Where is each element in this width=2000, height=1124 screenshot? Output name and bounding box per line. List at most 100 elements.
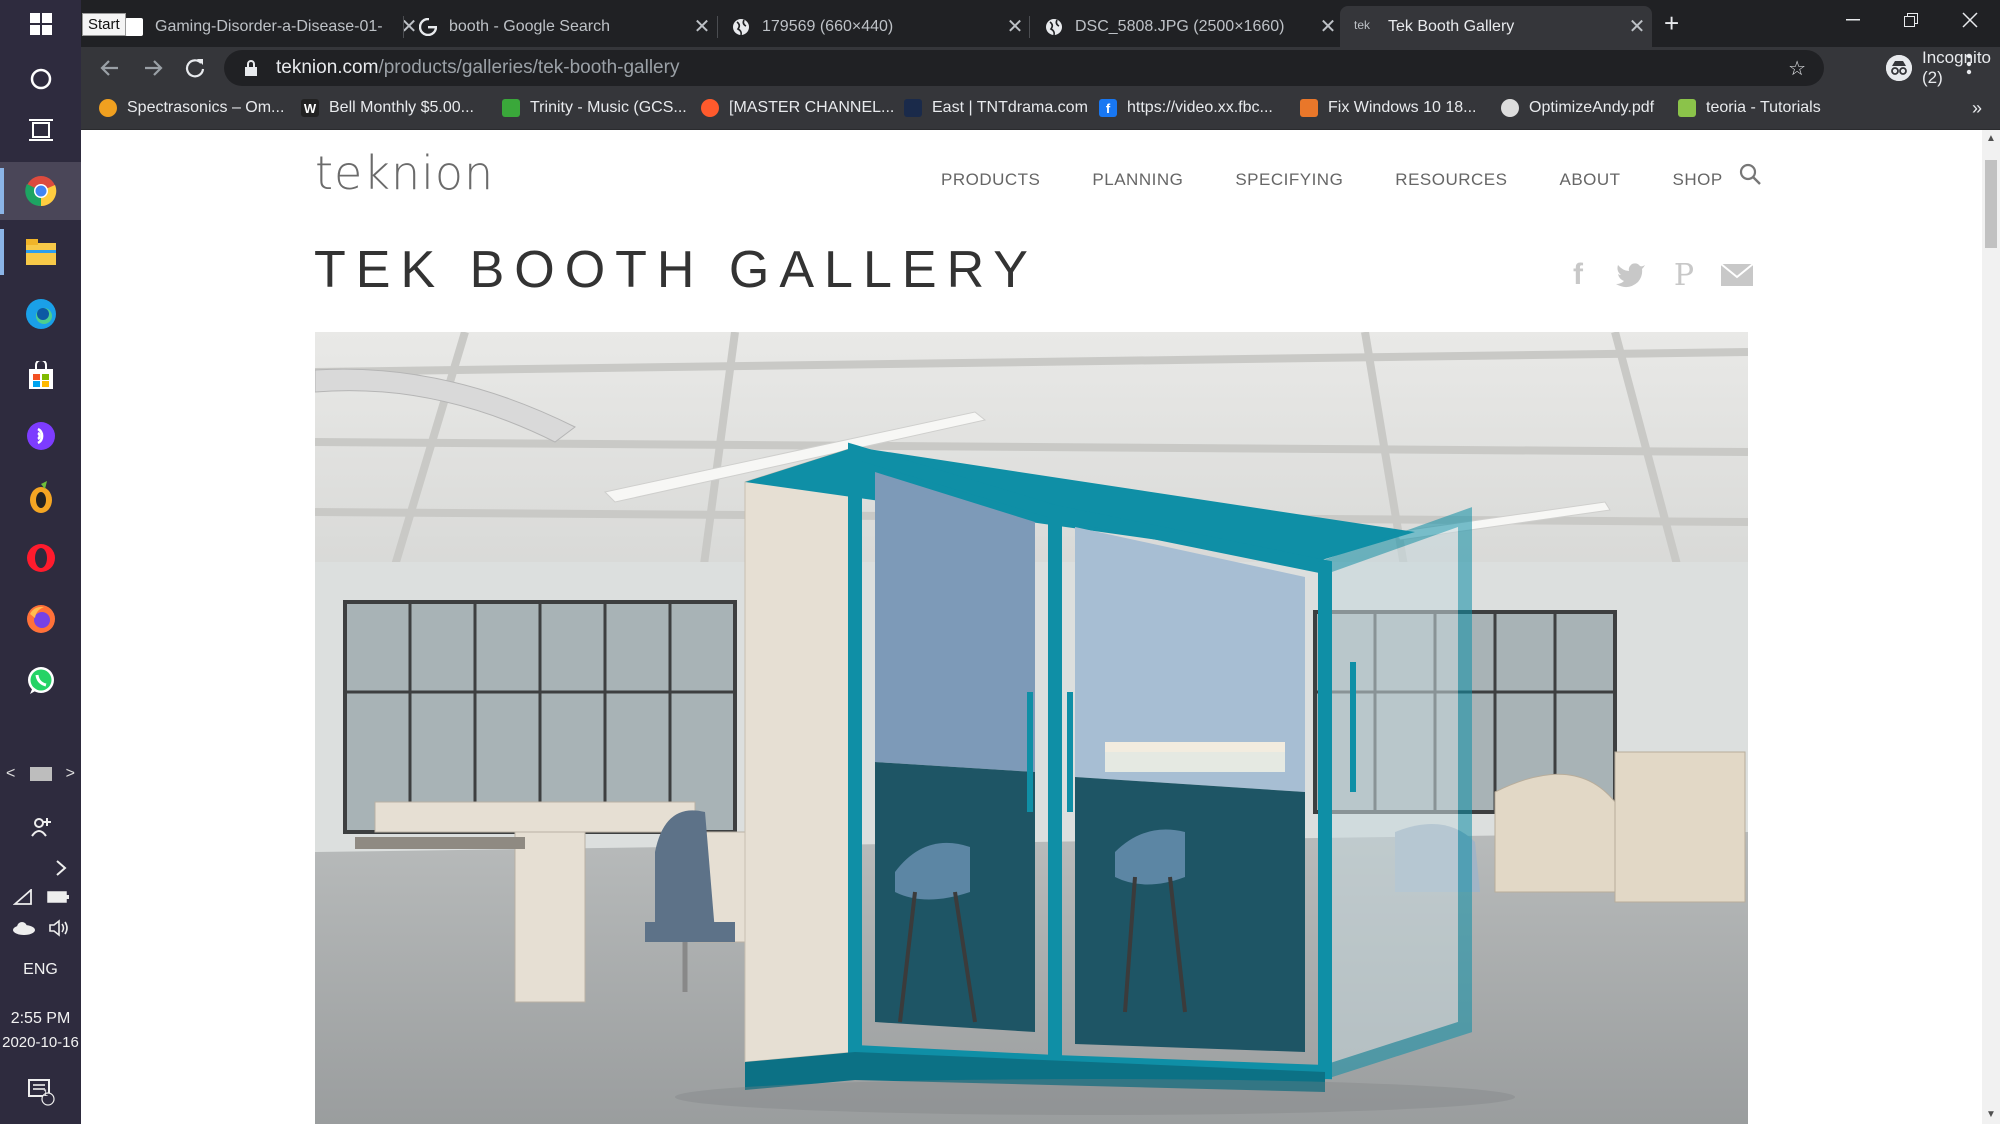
site-navigation: PRODUCTS PLANNING SPECIFYING RESOURCES A… xyxy=(941,170,1775,190)
incognito-indicator[interactable]: Incognito (2) xyxy=(1886,48,2000,87)
edge-icon[interactable] xyxy=(0,285,81,343)
windows-taskbar: < > ENG 2:55 PM 2020-10-16 1 xyxy=(0,0,81,1124)
task-view-icon[interactable] xyxy=(0,101,81,159)
teknion-logo[interactable]: teknion xyxy=(315,146,494,200)
incognito-icon xyxy=(1886,55,1912,81)
reload-icon[interactable] xyxy=(180,53,210,83)
nav-products[interactable]: PRODUCTS xyxy=(941,170,1040,190)
bookmark-fb-video[interactable]: f https://video.xx.fbc... xyxy=(1099,99,1273,117)
bookmark-teoria[interactable]: teoria - Tutorials xyxy=(1678,99,1821,117)
chrome-icon[interactable] xyxy=(0,162,81,220)
bookmark-label: Trinity - Music (GCS... xyxy=(530,99,687,116)
nav-shop[interactable]: SHOP xyxy=(1673,170,1723,190)
facebook-share-icon[interactable]: f xyxy=(1561,258,1595,292)
new-tab-button[interactable]: + xyxy=(1664,8,1679,39)
bookmark-label: OptimizeAndy.pdf xyxy=(1529,99,1655,116)
pinterest-share-icon[interactable]: P xyxy=(1667,258,1701,293)
url-path: /products/galleries/tek-booth-gallery xyxy=(378,57,680,78)
headphones-icon xyxy=(99,99,117,117)
tab-title: 179569 (660×440) xyxy=(762,17,894,35)
clock-date[interactable]: 2020-10-16 xyxy=(0,1031,81,1053)
bookmark-spectrasonics[interactable]: Spectrasonics – Om... xyxy=(99,99,284,117)
bookmark-label: https://video.xx.fbc... xyxy=(1127,99,1273,116)
bookmark-optimizeandy[interactable]: OptimizeAndy.pdf xyxy=(1501,99,1654,117)
url-domain: teknion.com xyxy=(276,57,379,78)
bookmark-star-icon[interactable]: ☆ xyxy=(1788,56,1806,81)
bookmark-fix-windows[interactable]: Fix Windows 10 18... xyxy=(1300,99,1477,117)
close-tab-icon[interactable]: ✕ xyxy=(1000,14,1030,39)
bookmark-label: Fix Windows 10 18... xyxy=(1328,99,1477,116)
cortana-search-icon[interactable] xyxy=(0,50,81,108)
more-bookmarks-chevron-icon[interactable]: » xyxy=(1972,98,1982,119)
firefox-icon[interactable] xyxy=(0,590,81,648)
windows-start-icon[interactable] xyxy=(0,0,81,48)
scroll-left-icon[interactable]: < xyxy=(6,765,15,783)
tab-divider xyxy=(403,16,404,38)
bookmark-trinity-music[interactable]: Trinity - Music (GCS... xyxy=(502,99,687,117)
bookmark-label: [MASTER CHANNEL... xyxy=(729,99,895,116)
store-icon[interactable] xyxy=(0,346,81,404)
scroll-down-arrow-icon[interactable]: ▼ xyxy=(1982,1106,2000,1124)
fl-studio-icon[interactable] xyxy=(0,468,81,526)
tab-title: Gaming-Disorder-a-Disease-01- xyxy=(155,17,383,35)
globe-icon xyxy=(732,18,750,36)
tab-179569-image[interactable]: 179569 (660×440) ✕ xyxy=(718,6,1030,47)
language-indicator[interactable]: ENG xyxy=(0,958,81,982)
fix-icon xyxy=(1300,99,1318,117)
scroll-up-arrow-icon[interactable]: ▲ xyxy=(1982,130,2000,148)
show-hidden-icons-chevron-icon[interactable] xyxy=(0,854,81,882)
nav-resources[interactable]: RESOURCES xyxy=(1395,170,1507,190)
email-share-icon[interactable] xyxy=(1720,258,1754,292)
wifi-icon[interactable] xyxy=(12,887,33,910)
tnt-icon xyxy=(904,99,922,117)
scroll-right-icon[interactable]: > xyxy=(66,765,75,783)
page-viewport: teknion PRODUCTS PLANNING SPECIFYING RES… xyxy=(81,130,1982,1124)
trinity-icon xyxy=(502,99,520,117)
back-arrow-icon[interactable] xyxy=(95,53,125,83)
minimize-window-icon[interactable] xyxy=(1824,0,1882,40)
restore-window-icon[interactable] xyxy=(1882,0,1940,40)
site-search-icon[interactable] xyxy=(1738,162,1764,188)
battery-icon[interactable] xyxy=(46,890,69,908)
nav-about[interactable]: ABOUT xyxy=(1559,170,1620,190)
volume-icon[interactable] xyxy=(48,918,70,942)
whatsapp-icon[interactable] xyxy=(0,652,81,710)
lock-icon[interactable] xyxy=(244,60,258,76)
podcast-app-icon[interactable] xyxy=(0,407,81,465)
twitter-share-icon[interactable] xyxy=(1614,258,1648,292)
nav-planning[interactable]: PLANNING xyxy=(1092,170,1183,190)
taskbar-scroller[interactable]: < > xyxy=(0,763,81,785)
scrollbar-thumb[interactable] xyxy=(1985,160,1997,248)
file-explorer-icon[interactable] xyxy=(0,223,81,281)
start-tooltip: Start xyxy=(82,13,126,36)
close-tab-icon[interactable]: ✕ xyxy=(687,14,717,39)
close-tab-icon[interactable]: ✕ xyxy=(1622,14,1652,39)
bookmark-tntdrama[interactable]: East | TNTdrama.com xyxy=(904,99,1088,117)
office-booth-illustration xyxy=(315,332,1748,1124)
browser-menu-icon[interactable] xyxy=(1966,53,1972,81)
gallery-hero-image[interactable] xyxy=(315,332,1748,1124)
page-title: TEK BOOTH GALLERY xyxy=(314,241,1038,299)
onedrive-cloud-icon[interactable] xyxy=(12,921,36,940)
address-bar[interactable]: teknion.com /products/galleries/tek-boot… xyxy=(224,50,1824,86)
page-favicon-icon xyxy=(125,17,143,36)
tab-gaming-disorder[interactable]: Gaming-Disorder-a-Disease-01- ✕ xyxy=(111,6,424,47)
close-window-icon[interactable] xyxy=(1941,0,1999,40)
bookmark-bell-monthly[interactable]: W Bell Monthly $5.00... xyxy=(301,99,474,117)
browser-tab-strip: Gaming-Disorder-a-Disease-01- ✕ booth - … xyxy=(81,0,2000,47)
tab-dsc-5808-image[interactable]: DSC_5808.JPG (2500×1660) ✕ xyxy=(1031,6,1343,47)
page-scrollbar[interactable]: ▲ ▼ xyxy=(1982,130,2000,1124)
close-tab-icon[interactable]: ✕ xyxy=(1313,14,1343,39)
tab-tek-booth-gallery[interactable]: tek Tek Booth Gallery ✕ xyxy=(1340,6,1652,47)
opera-icon[interactable] xyxy=(0,529,81,587)
forward-arrow-icon[interactable] xyxy=(138,53,168,83)
people-icon[interactable] xyxy=(0,812,81,842)
action-center-icon[interactable]: 1 xyxy=(0,1075,81,1109)
nav-specifying[interactable]: SPECIFYING xyxy=(1235,170,1343,190)
tab-booth-google-search[interactable]: booth - Google Search ✕ xyxy=(405,6,717,47)
teknion-favicon-icon: tek xyxy=(1354,17,1371,32)
bookmark-master-channel[interactable]: [MASTER CHANNEL... xyxy=(701,99,894,117)
scroll-thumb[interactable] xyxy=(29,767,52,781)
w-icon: W xyxy=(301,99,319,117)
clock-time[interactable]: 2:55 PM xyxy=(0,1008,81,1030)
